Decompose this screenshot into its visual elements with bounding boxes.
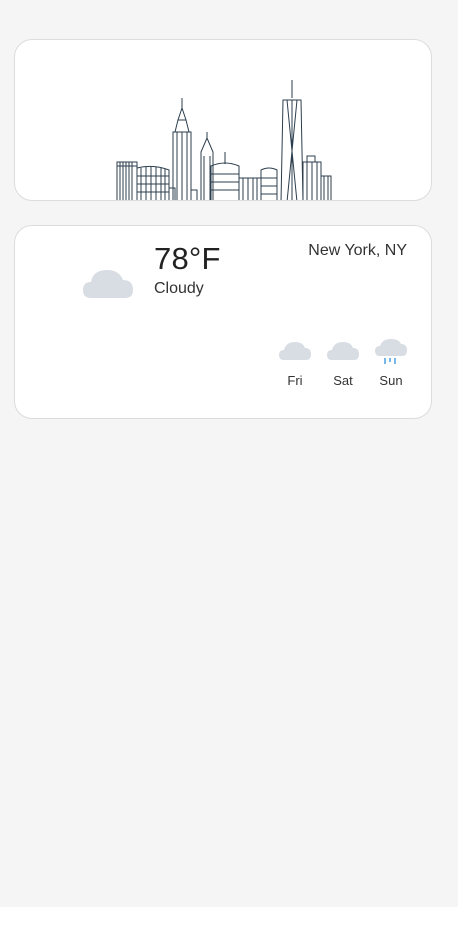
weather-card: 78°F Cloudy New York, NY Fri Sat Sun — [14, 225, 432, 419]
cloud-icon — [327, 342, 359, 360]
forecast-row: Fri Sat Sun — [277, 338, 409, 387]
forecast-day-label: Sat — [333, 373, 353, 388]
forecast-day-label: Sun — [379, 373, 403, 388]
forecast-day-sun: Sun — [373, 338, 409, 387]
cloud-icon — [83, 270, 133, 298]
new-york-skyline-illustration — [116, 80, 332, 200]
skyline-card — [14, 39, 432, 201]
cloud-icon — [279, 342, 311, 360]
rain-cloud-icon — [375, 339, 407, 364]
forecast-day-label: Fri — [287, 373, 303, 388]
location-label: New York, NY — [308, 242, 407, 259]
forecast-day-sat: Sat — [325, 338, 361, 387]
current-temperature: 78°F — [154, 241, 221, 276]
current-condition: Cloudy — [154, 280, 204, 297]
forecast-day-fri: Fri — [277, 338, 313, 387]
app-background: 78°F Cloudy New York, NY Fri Sat Sun — [0, 0, 458, 907]
